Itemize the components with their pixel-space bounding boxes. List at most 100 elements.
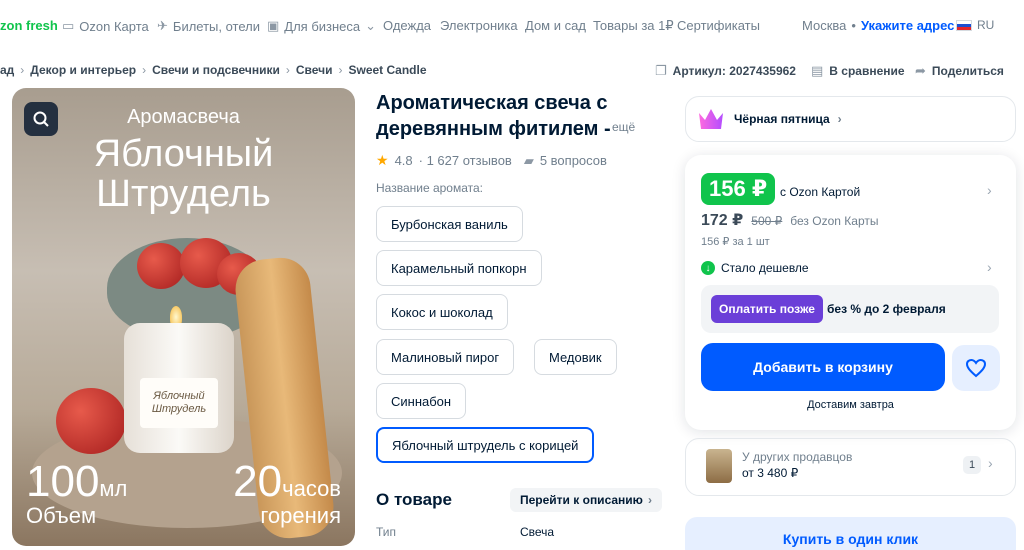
volume-badge: 100мл Объем <box>26 460 127 528</box>
image-caption-top: Аромасвеча <box>127 106 240 128</box>
chevron-right-icon[interactable]: › <box>987 182 992 198</box>
volume-number: 100 <box>26 457 100 506</box>
nav-category-electronics-label: Электроника <box>440 18 518 33</box>
pay-later-terms: без % до 2 февраля <box>827 302 946 316</box>
nav-category-home-label: Дом и сад <box>525 18 586 33</box>
title-more-link[interactable]: ещё <box>612 120 635 134</box>
apple-illustration <box>137 243 185 289</box>
language-code: RU <box>977 18 995 32</box>
jar-label: Яблочный Штрудель <box>140 378 218 428</box>
other-sellers-label: У других продавцов <box>742 450 853 464</box>
breadcrumb-item[interactable]: Декор и интерьер <box>30 63 136 79</box>
spec-key: Тип <box>376 525 397 539</box>
scent-option[interactable]: Медовик <box>534 339 617 375</box>
breadcrumb-item[interactable]: Sweet Candle <box>349 63 427 79</box>
questions-count[interactable]: 5 вопросов <box>540 153 607 168</box>
nav-tickets-label: Билеты, отели <box>172 18 261 34</box>
scent-option[interactable]: Кокос и шоколад <box>376 294 508 330</box>
seller-product-thumbnail <box>706 449 732 483</box>
spec-value: Свеча <box>520 525 555 539</box>
card-icon: ▭ <box>62 18 75 33</box>
burn-hours-number: 20 <box>233 457 283 506</box>
breadcrumb-item[interactable]: ад <box>0 63 14 79</box>
add-to-cart-button[interactable]: Добавить в корзину <box>701 343 945 391</box>
reviews-count[interactable]: · 1 627 отзывов <box>419 153 512 168</box>
product-image[interactable]: Яблочный Штрудель Аромасвеча Яблочный Шт… <box>12 88 355 546</box>
chevron-down-icon: ⌄ <box>365 18 377 33</box>
language-selector[interactable]: RU <box>956 18 994 32</box>
scent-option[interactable]: Бурбонская ваниль <box>376 206 523 242</box>
nav-category-certificates[interactable]: Сертификаты <box>677 18 760 33</box>
nav-ozon-fresh-label: zon fresh <box>0 18 58 33</box>
sku-label: Артикул: 2027435962 <box>672 64 796 78</box>
nav-category-clothes-label: Одежда <box>383 18 432 33</box>
scent-option[interactable]: Синнабон <box>376 383 467 419</box>
breadcrumb-item[interactable]: Свечи <box>296 63 333 79</box>
chevron-right-icon: › <box>837 112 842 126</box>
other-sellers[interactable]: У других продавцов от 3 480 ₽ 1 › <box>685 438 1016 496</box>
favorite-button[interactable] <box>952 345 1000 391</box>
price-dropped-label: Стало дешевле <box>721 261 809 275</box>
old-price: 500 ₽ <box>751 214 783 228</box>
burn-time-badge: 20часов горения <box>233 460 341 528</box>
image-headline-line: Яблочный <box>93 133 274 175</box>
nav-ozon-fresh[interactable]: zon fresh <box>0 18 58 33</box>
volume-unit: мл <box>99 476 128 501</box>
share-icon: ➦ <box>915 63 926 78</box>
heart-icon <box>965 358 987 378</box>
regular-price: 172 ₽ 500 ₽ без Ozon Карты <box>701 210 878 230</box>
chevron-right-icon: › <box>647 493 652 507</box>
briefcase-icon: ▣ <box>267 18 280 33</box>
nav-category-certificates-label: Сертификаты <box>677 18 760 33</box>
compare-icon: ▤ <box>811 63 824 78</box>
rating-summary[interactable]: ★ 4.8 · 1 627 отзывов ▰ 5 вопросов <box>376 152 607 169</box>
volume-caption: Объем <box>26 503 97 528</box>
share-label: Поделиться <box>931 64 1004 78</box>
nav-business[interactable]: ▣ Для бизнеса ⌄ <box>267 18 376 34</box>
compare-button[interactable]: ▤ В сравнение <box>811 63 905 79</box>
buy-one-click-button[interactable]: Купить в один клик <box>685 517 1016 550</box>
goto-description-button[interactable]: Перейти к описанию › <box>510 488 662 512</box>
price-per-unit: 156 ₽ за 1 шт <box>701 236 770 248</box>
share-button[interactable]: ➦ Поделиться <box>915 63 1004 79</box>
no-card-note: без Ozon Карты <box>790 214 879 228</box>
nav-tickets[interactable]: ✈ Билеты, отели <box>157 18 260 34</box>
nav-category-clothes[interactable]: Одежда <box>383 18 431 33</box>
breadcrumb-separator: › <box>142 63 147 77</box>
nav-category-electronics[interactable]: Электроника <box>440 18 518 33</box>
nav-category-home[interactable]: Дом и сад <box>525 18 586 33</box>
scent-option[interactable]: Малиновый пирог <box>376 339 515 375</box>
black-friday-banner[interactable]: Чёрная пятница › <box>685 96 1016 142</box>
breadcrumb: ад › Декор и интерьер › Свечи и подсвечн… <box>0 63 427 79</box>
delivery-estimate: Доставим завтра <box>807 399 894 411</box>
card-price-badge: 156 ₽ <box>701 173 776 205</box>
price-dropped[interactable]: ↓ Стало дешевле <box>701 261 809 275</box>
location-selector[interactable]: Москва • Укажите адрес <box>802 18 954 33</box>
breadcrumb-item[interactable]: Свечи и подсвечники <box>152 63 280 79</box>
scent-option-selected[interactable]: Яблочный штрудель с корицей <box>376 427 595 463</box>
promo-label: Чёрная пятница <box>734 112 830 126</box>
sku-info[interactable]: ❐ Артикул: 2027435962 <box>655 63 796 79</box>
scent-option[interactable]: Карамельный попкорн <box>376 250 542 286</box>
nav-category-one-ruble[interactable]: Товары за 1₽ <box>593 18 674 34</box>
question-icon: ▰ <box>523 152 534 168</box>
nav-category-one-ruble-label: Товары за 1₽ <box>593 18 674 33</box>
location-dot: • <box>851 18 856 33</box>
copy-icon: ❐ <box>655 63 667 78</box>
goto-description-label: Перейти к описанию <box>520 493 643 507</box>
breadcrumb-separator: › <box>285 63 290 77</box>
pay-later-button[interactable]: Оплатить позже <box>711 295 823 323</box>
compare-label: В сравнение <box>829 64 905 78</box>
chevron-right-icon[interactable]: › <box>987 259 992 275</box>
about-heading: О товаре <box>376 490 452 509</box>
image-headline-line: Штрудель <box>96 173 271 215</box>
price-card: 156 ₽ с Ozon Картой › 172 ₽ 500 ₽ без Oz… <box>685 155 1016 430</box>
apple-illustration <box>56 388 126 454</box>
address-link[interactable]: Укажите адрес <box>861 18 954 33</box>
russia-flag-icon <box>956 19 972 31</box>
scent-label: Название аромата: <box>376 181 484 195</box>
other-sellers-price: от 3 480 ₽ <box>742 466 799 480</box>
nav-ozon-map[interactable]: ▭ Ozon Карта <box>62 18 149 34</box>
rating-value: 4.8 <box>394 153 413 168</box>
nav-ozon-map-label: Ozon Карта <box>79 18 149 34</box>
